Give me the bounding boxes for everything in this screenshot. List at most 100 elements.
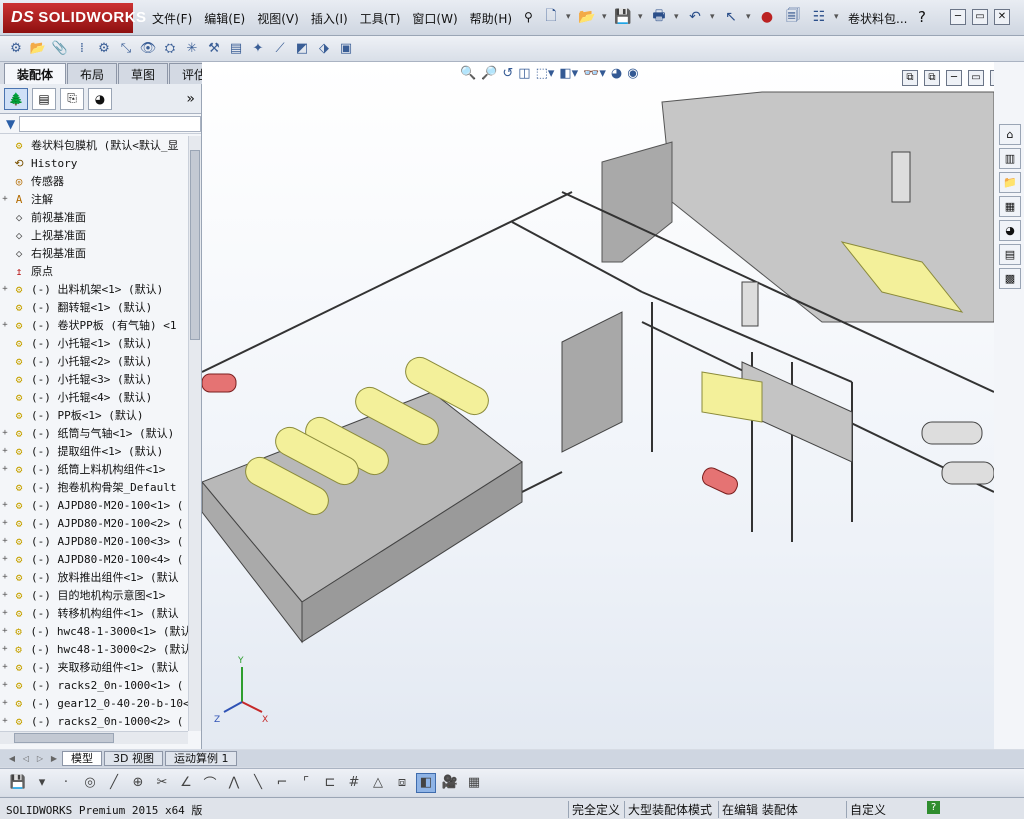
tree-item[interactable]: + ⚙ (-) 卷状PP板 (有气轴) <1 <box>0 316 188 334</box>
tree-item[interactable]: + ⚙ (-) hwc48-1-3000<1> (默认 <box>0 622 188 640</box>
tree-item[interactable]: ◇ 右视基准面 <box>0 244 188 262</box>
zoom-to-fit-icon[interactable]: 🔍 <box>460 66 476 81</box>
construction-line-icon[interactable]: ╲ <box>248 773 268 793</box>
expand-icon[interactable]: + <box>0 536 10 546</box>
exploded-view-icon[interactable]: ✦ <box>248 39 268 59</box>
mate-icon[interactable]: 📎 <box>50 39 70 59</box>
tree-vertical-scrollbar[interactable] <box>188 136 201 731</box>
tree-item[interactable]: + ⚙ (-) gear12_0-40-20-b-10< <box>0 694 188 712</box>
zoom-to-area-icon[interactable]: 🔎 <box>481 66 497 81</box>
tree-item[interactable]: + ⚙ (-) AJPD80-M20-100<1> ( <box>0 496 188 514</box>
expand-icon[interactable]: + <box>0 428 10 438</box>
menu-window[interactable]: 窗口(W) <box>406 8 463 29</box>
menu-insert[interactable]: 插入(I) <box>305 8 354 29</box>
tree-item[interactable]: ⚙ (-) 小托辊<2> (默认) <box>0 352 188 370</box>
point-icon[interactable]: · <box>56 773 76 793</box>
split-view-icon[interactable]: ⧉ <box>902 70 918 86</box>
help-question-icon[interactable]: ? <box>918 8 926 26</box>
menu-tools[interactable]: 工具(T) <box>354 8 407 29</box>
tree-horizontal-scrollbar[interactable] <box>0 731 188 744</box>
camera-icon[interactable]: 🎥 <box>440 773 460 793</box>
corner-icon[interactable]: ⌐ <box>272 773 292 793</box>
tree-item[interactable]: + ⚙ (-) AJPD80-M20-100<4> ( <box>0 550 188 568</box>
expand-icon[interactable]: + <box>0 662 10 672</box>
move-component-icon[interactable]: ⤡ <box>116 39 136 59</box>
angle-icon[interactable]: ∠ <box>176 773 196 793</box>
tree-item[interactable]: + ⚙ (-) AJPD80-M20-100<3> ( <box>0 532 188 550</box>
dimension-icon[interactable]: ⊏ <box>320 773 340 793</box>
restore-button[interactable]: ▭ <box>972 9 988 25</box>
tree-item[interactable]: + ⚙ (-) 提取组件<1> (默认) <box>0 442 188 460</box>
dropdown-icon[interactable]: ▾ <box>32 773 52 793</box>
centerpoint-icon[interactable]: ⊕ <box>128 773 148 793</box>
file-explorer-icon[interactable]: 📁 <box>999 172 1021 193</box>
tree-item[interactable]: ◇ 前视基准面 <box>0 208 188 226</box>
tree-item[interactable]: ⚙ (-) PP板<1> (默认) <box>0 406 188 424</box>
undo-icon[interactable]: ↶ <box>684 6 706 28</box>
update-speedpak-icon[interactable]: ⬗ <box>314 39 334 59</box>
tree-item[interactable]: ↥ 原点 <box>0 262 188 280</box>
previous-view-icon[interactable]: ↺ <box>502 66 513 81</box>
tree-item[interactable]: ⚙ (-) 翻转辊<1> (默认) <box>0 298 188 316</box>
mirror-icon[interactable]: ⋀ <box>224 773 244 793</box>
custom-properties-icon[interactable]: ▤ <box>999 244 1021 265</box>
tab-assembly[interactable]: 装配体 <box>4 63 67 85</box>
tree-item[interactable]: + ⚙ (-) 出料机架<1> (默认) <box>0 280 188 298</box>
tree-item[interactable]: + ⚙ (-) racks2_0n-1000<2> ( <box>0 712 188 730</box>
file-properties-icon[interactable]: 🗐 <box>782 6 804 28</box>
configuration-manager-tab-icon[interactable]: ⎘ <box>60 87 84 110</box>
tree-item[interactable]: ⚙ (-) 小托辊<3> (默认) <box>0 370 188 388</box>
bill-of-materials-icon[interactable]: ▤ <box>226 39 246 59</box>
tree-item[interactable]: + ⚙ (-) AJPD80-M20-100<2> ( <box>0 514 188 532</box>
pin-icon[interactable]: ⚲ <box>518 8 539 29</box>
triangle-icon[interactable]: △ <box>368 773 388 793</box>
tree-item[interactable]: + ⚙ (-) 纸筒上料机构组件<1> <box>0 460 188 478</box>
split-view-2-icon[interactable]: ⧉ <box>924 70 940 86</box>
status-units-custom[interactable]: 自定义 <box>846 801 889 818</box>
menu-file[interactable]: 文件(F) <box>146 8 198 29</box>
solidworks-logo[interactable]: DS SOLIDWORKS <box>3 3 146 33</box>
expand-icon[interactable]: + <box>0 626 10 636</box>
tree-item[interactable]: + ⚙ (-) 放料推出组件<1> (默认 <box>0 568 188 586</box>
new-motion-study-icon[interactable]: ⚒ <box>204 39 224 59</box>
linear-pattern-icon[interactable]: ⁞ <box>72 39 92 59</box>
tab-sketch[interactable]: 草图 <box>118 63 169 85</box>
reference-geometry-icon[interactable]: ✳ <box>182 39 202 59</box>
select-cursor-icon[interactable]: ↖ <box>720 6 742 28</box>
tree-item[interactable]: + ⚙ (-) 转移机构组件<1> (默认 <box>0 604 188 622</box>
graphics-area[interactable]: Y X Z <box>202 62 994 749</box>
new-document-icon[interactable]: 🗋 <box>540 6 562 28</box>
display-manager-tab-icon[interactable]: ◕ <box>88 87 112 110</box>
section-view-icon[interactable]: ◫ <box>518 66 530 81</box>
expand-icon[interactable]: + <box>0 500 10 510</box>
expand-icon[interactable]: + <box>0 320 10 330</box>
fillet-icon[interactable]: ⌒ <box>200 773 220 793</box>
traffic-light-icon[interactable]: ● <box>756 6 778 28</box>
menu-help[interactable]: 帮助(H) <box>464 8 518 29</box>
view-palette-icon[interactable]: ▦ <box>999 196 1021 217</box>
assembly-features-icon[interactable]: ⛭ <box>160 39 180 59</box>
tree-item[interactable]: + ⚙ (-) racks2_0n-1000<1> ( <box>0 676 188 694</box>
forum-icon[interactable]: ▩ <box>999 268 1021 289</box>
tree-item[interactable]: + ⚙ (-) 目的地机构示意图<1> <box>0 586 188 604</box>
tab-layout[interactable]: 布局 <box>67 63 118 85</box>
tree-item[interactable]: + ⚙ (-) hwc48-1-3000<2> (默认 <box>0 640 188 658</box>
view-minimize-button[interactable]: ─ <box>946 70 962 86</box>
expand-icon[interactable]: + <box>0 572 10 582</box>
expand-icon[interactable]: + <box>0 284 10 294</box>
instant-3d-icon[interactable]: ◩ <box>292 39 312 59</box>
insert-components-icon[interactable]: 📂 <box>28 39 48 59</box>
expand-icon[interactable]: + <box>0 590 10 600</box>
save-icon[interactable]: 💾 <box>8 773 28 793</box>
explode-line-sketch-icon[interactable]: ⟋ <box>270 39 290 59</box>
filter-input[interactable] <box>19 115 201 132</box>
expand-icon[interactable]: + <box>0 644 10 654</box>
take-snapshot-icon[interactable]: ▣ <box>336 39 356 59</box>
apply-scene-icon[interactable]: ◉ <box>627 66 638 81</box>
tree-item[interactable]: + A 注解 <box>0 190 188 208</box>
filter-icon[interactable]: ▼ <box>6 117 15 131</box>
menu-edit[interactable]: 编辑(E) <box>198 8 251 29</box>
show-hidden-icon[interactable]: 👁 <box>138 39 158 59</box>
tab-3d-views[interactable]: 3D 视图 <box>104 751 163 766</box>
display-style-icon[interactable]: ◧▾ <box>559 66 578 81</box>
